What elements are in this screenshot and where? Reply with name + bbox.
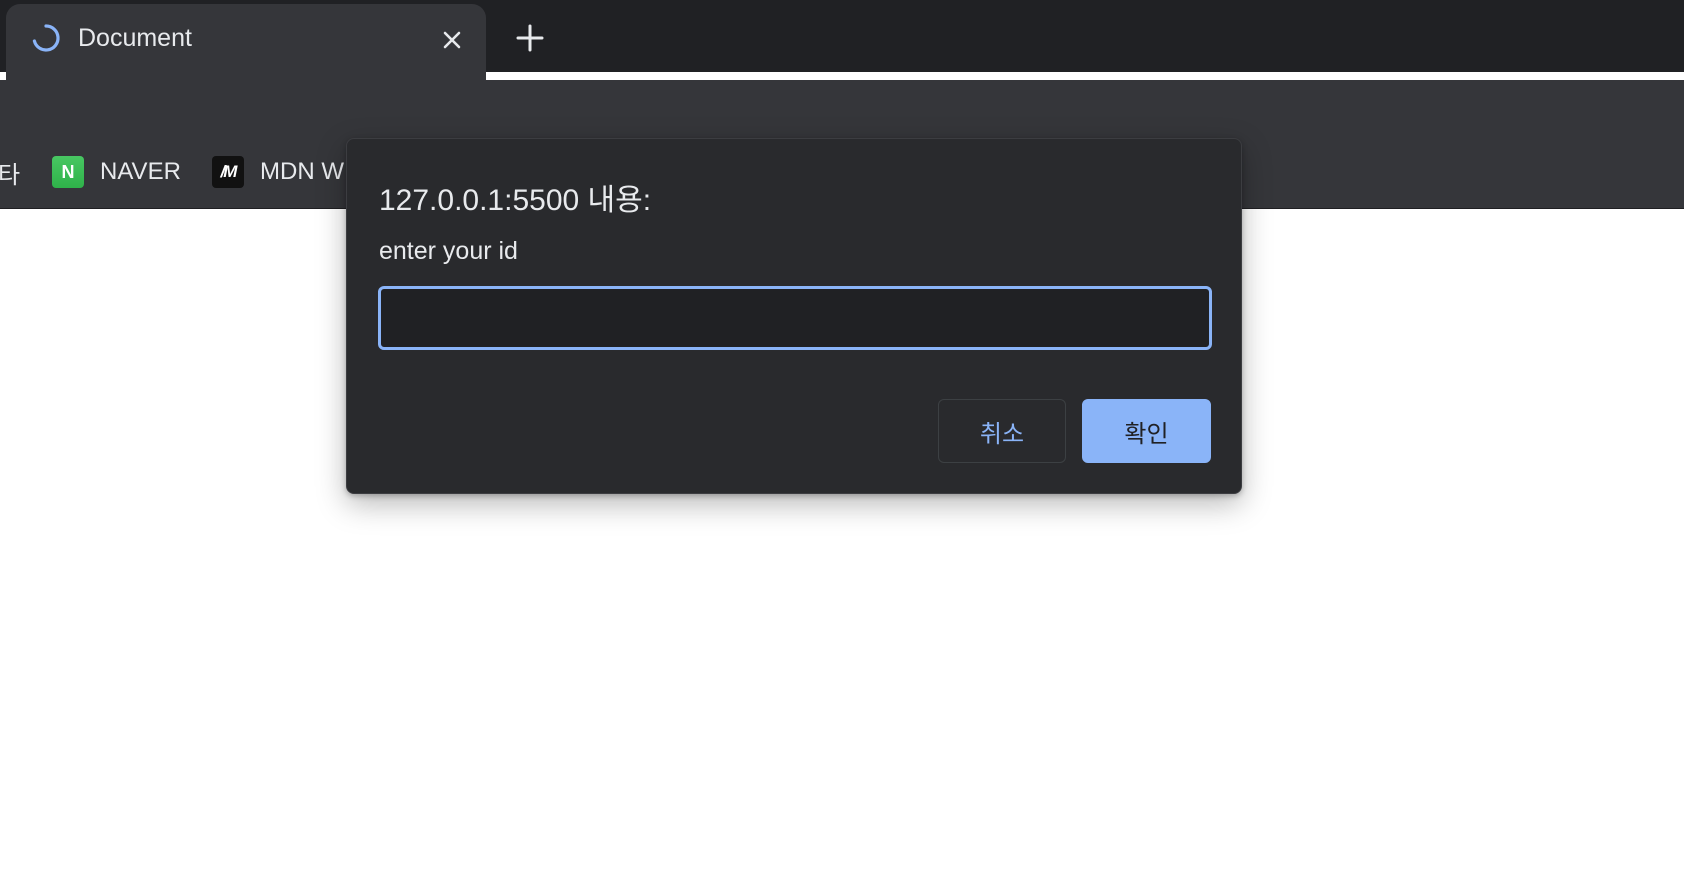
loading-spinner-icon xyxy=(32,24,60,52)
prompt-input[interactable] xyxy=(378,286,1212,350)
tab-strip: Document xyxy=(0,0,1684,80)
close-icon[interactable] xyxy=(438,26,466,54)
ok-button[interactable]: 확인 xyxy=(1082,399,1211,463)
bookmark-label: MDN W xyxy=(260,158,344,185)
mdn-icon: /M xyxy=(212,156,244,188)
bookmark-item-naver[interactable]: N NAVER xyxy=(52,154,181,190)
prompt-dialog: 127.0.0.1:5500 내용: enter your id 취소 확인 xyxy=(346,138,1242,494)
browser-toolbar xyxy=(0,80,1684,136)
bookmark-label: NAVER xyxy=(100,158,181,185)
naver-icon: N xyxy=(52,156,84,188)
bookmark-item-partial[interactable]: 타 xyxy=(0,154,20,190)
dialog-message: enter your id xyxy=(379,237,518,265)
dialog-title: 127.0.0.1:5500 내용: xyxy=(379,184,652,217)
tab-title: Document xyxy=(78,24,192,52)
bookmark-label: 타 xyxy=(0,161,21,189)
plus-icon[interactable] xyxy=(512,20,548,56)
tab-document[interactable]: Document xyxy=(6,4,486,80)
cancel-button[interactable]: 취소 xyxy=(938,399,1066,463)
bookmark-item-mdn[interactable]: /M MDN W xyxy=(212,154,344,190)
